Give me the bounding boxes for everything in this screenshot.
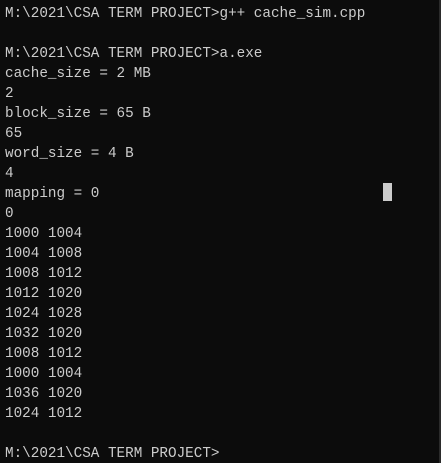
output-address-pair: 1024 1012 [5, 406, 83, 422]
command-line-compile: M:\2021\CSA TERM PROJECT>g++ cache_sim.c… [5, 6, 366, 22]
output-address-pair: 1008 1012 [5, 346, 83, 362]
output-address-pair: 1032 1020 [5, 326, 83, 342]
output-address-pair: 1000 1004 [5, 226, 83, 242]
terminal-window[interactable]: M:\2021\CSA TERM PROJECT>g++ cache_sim.c… [0, 0, 441, 463]
input-line-cache-size: 2 [5, 86, 14, 102]
command-prompt[interactable]: M:\2021\CSA TERM PROJECT> [5, 444, 441, 463]
output-address-pair: 1000 1004 [5, 366, 83, 382]
output-line-mapping-prompt: mapping = 0 [5, 186, 100, 202]
output-address-pair: 1036 1020 [5, 386, 83, 402]
input-line-word-size: 4 [5, 166, 14, 182]
output-address-pair: 1008 1012 [5, 266, 83, 282]
output-address-pair: 1012 1020 [5, 286, 83, 302]
input-line-mapping: 0 [5, 206, 14, 222]
output-address-pair: 1024 1028 [5, 306, 83, 322]
input-line-block-size: 65 [5, 126, 23, 142]
output-line-cache-size-prompt: cache_size = 2 MB [5, 66, 151, 82]
command-line-run: M:\2021\CSA TERM PROJECT>a.exe [5, 46, 263, 62]
output-line-word-size-prompt: word_size = 4 B [5, 146, 134, 162]
text-cursor [383, 183, 392, 201]
output-line-block-size-prompt: block_size = 65 B [5, 106, 151, 122]
output-address-pair: 1004 1008 [5, 246, 83, 262]
